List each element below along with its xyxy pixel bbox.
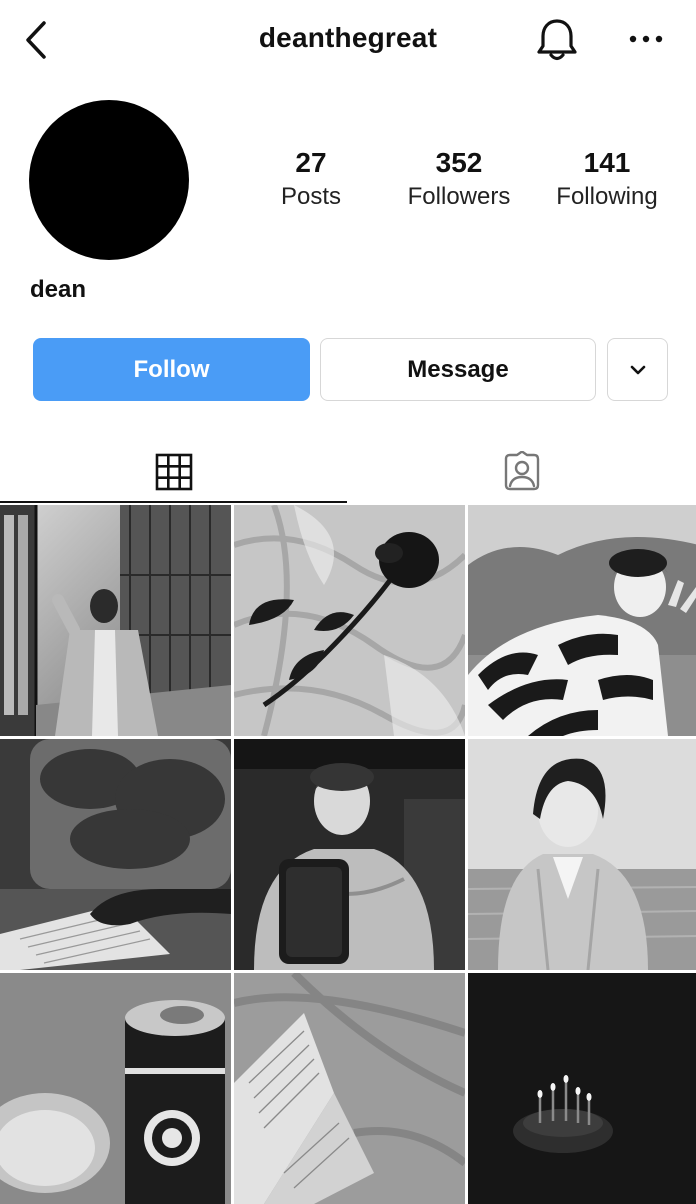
grid-icon: [155, 453, 193, 491]
stat-posts-value: 27: [295, 147, 327, 178]
more-options-button[interactable]: [624, 24, 668, 54]
post-thumbnail[interactable]: [0, 973, 231, 1204]
post-thumbnail[interactable]: [468, 973, 696, 1204]
post-thumbnail[interactable]: [468, 505, 696, 736]
post-thumbnail[interactable]: [234, 505, 465, 736]
more-horizontal-icon: [629, 35, 663, 43]
suggested-accounts-dropdown[interactable]: [607, 338, 668, 401]
post-thumbnail[interactable]: [0, 505, 231, 736]
post-thumbnail[interactable]: [234, 739, 465, 970]
stat-posts[interactable]: 27 Posts: [241, 146, 381, 214]
stat-followers-label: Followers: [407, 183, 511, 210]
post-thumbnail[interactable]: [468, 739, 696, 970]
active-tab-indicator: [0, 501, 347, 503]
stat-following-value: 141: [583, 147, 631, 178]
avatar[interactable]: [29, 100, 189, 260]
tab-tagged[interactable]: [348, 440, 696, 504]
top-bar: deanthegreat: [0, 0, 696, 82]
tab-posts-grid[interactable]: [0, 440, 348, 504]
profile-username: deanthegreat: [258, 22, 438, 53]
message-button[interactable]: Message: [320, 338, 596, 401]
posts-grid: [0, 505, 696, 1204]
stat-followers-value: 352: [435, 147, 483, 178]
post-thumbnail[interactable]: [234, 973, 465, 1204]
notifications-button[interactable]: [532, 15, 582, 65]
chevron-down-icon: [630, 365, 645, 374]
tagged-person-icon: [504, 451, 540, 491]
stat-following-label: Following: [556, 183, 658, 210]
profile-display-name: dean: [30, 276, 87, 303]
post-thumbnail[interactable]: [0, 739, 231, 970]
stat-followers[interactable]: 352 Followers: [389, 146, 529, 214]
stat-following[interactable]: 141 Following: [537, 146, 677, 214]
follow-button[interactable]: Follow: [33, 338, 310, 401]
stat-posts-label: Posts: [280, 183, 342, 210]
bell-icon: [537, 19, 577, 61]
